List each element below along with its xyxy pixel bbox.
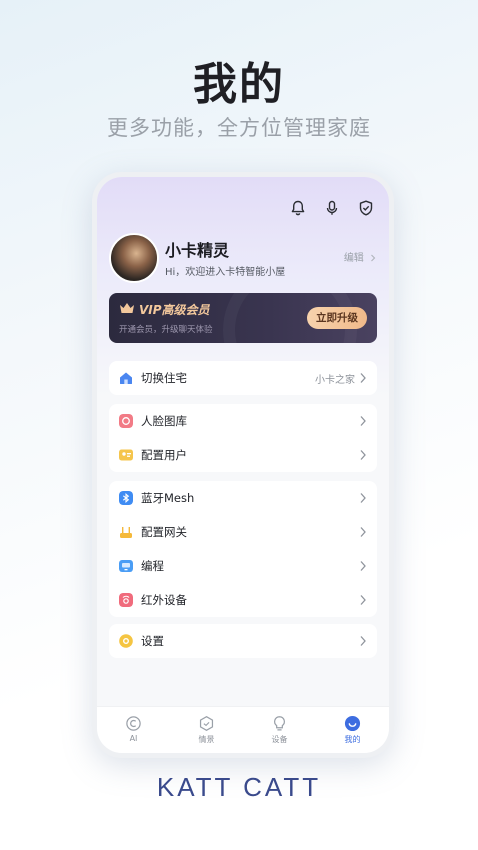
tab-label: 设备 <box>271 735 288 744</box>
settings-row[interactable]: 设置 <box>109 624 377 658</box>
face-gallery-row[interactable]: 人脸图库 <box>109 404 377 438</box>
chevron-right-icon <box>360 450 366 460</box>
avatar[interactable] <box>109 233 159 283</box>
chevron-right-icon <box>360 561 366 571</box>
infrared-device-row[interactable]: 红外设备 <box>109 583 377 617</box>
tab-scenes[interactable]: 情景 <box>170 707 243 753</box>
settings-icon <box>119 634 133 648</box>
chevron-right-icon <box>360 373 366 383</box>
katt-catt-logo: KATT CATT <box>157 772 321 802</box>
current-house-value: 小卡之家 <box>315 375 355 386</box>
ai-icon <box>126 716 141 731</box>
shield-check-icon[interactable] <box>357 199 375 217</box>
scene-icon <box>199 715 214 732</box>
gateway-icon <box>120 527 132 538</box>
settings-card: 设置 <box>109 624 377 658</box>
tab-label: 情景 <box>198 735 215 744</box>
chevron-right-icon <box>360 416 366 426</box>
device-config-card: 蓝牙Mesh 配置网关 编程 红外设备 <box>109 481 377 617</box>
profile-smile-icon <box>344 715 361 732</box>
programming-icon <box>119 560 133 572</box>
tab-label: 我的 <box>344 735 361 744</box>
edit-label: 编辑 <box>343 253 364 264</box>
top-toolbar <box>289 199 375 217</box>
row-label: 配置用户 <box>141 448 187 462</box>
phone-mockup: 小卡精灵 Hi，欢迎进入卡特智能小屋 编辑 VIP高级会员 开通会员，升级聊天体… <box>92 172 394 758</box>
profile-name: 小卡精灵 <box>165 241 230 260</box>
bell-icon[interactable] <box>289 199 307 217</box>
row-label: 蓝牙Mesh <box>141 491 195 505</box>
home-icon <box>120 372 132 384</box>
profile-greeting: Hi，欢迎进入卡特智能小屋 <box>165 267 286 278</box>
row-label: 切换住宅 <box>141 371 187 385</box>
configure-user-row[interactable]: 配置用户 <box>109 438 377 472</box>
house-card: 切换住宅 小卡之家 <box>109 361 377 395</box>
vip-banner[interactable]: VIP高级会员 开通会员，升级聊天体验 立即升级 <box>109 293 377 343</box>
tab-label: AI <box>129 734 138 743</box>
microphone-icon[interactable] <box>323 199 341 217</box>
page-title: 我的 <box>193 59 285 110</box>
face-user-card: 人脸图库 配置用户 <box>109 404 377 472</box>
row-label: 设置 <box>141 634 164 648</box>
edit-profile-button[interactable]: 编辑 <box>344 249 377 264</box>
bluetooth-icon <box>119 491 133 505</box>
row-label: 配置网关 <box>141 525 187 539</box>
crown-icon <box>120 303 134 313</box>
configure-gateway-row[interactable]: 配置网关 <box>109 515 377 549</box>
bluetooth-mesh-row[interactable]: 蓝牙Mesh <box>109 481 377 515</box>
user-card-icon <box>119 449 133 461</box>
page-subtitle: 更多功能，全方位管理家庭 <box>107 116 371 140</box>
logo-text: KATT CATT <box>157 772 321 802</box>
chevron-right-icon <box>360 527 366 537</box>
row-label: 红外设备 <box>141 593 187 607</box>
row-label: 编程 <box>141 559 164 573</box>
chevron-right-icon <box>360 595 366 605</box>
brand-logo: KATT CATT <box>0 772 478 806</box>
tab-ai[interactable]: AI <box>97 707 170 753</box>
vip-title: VIP高级会员 <box>139 303 210 317</box>
face-gallery-icon <box>119 414 133 428</box>
tab-devices[interactable]: 设备 <box>243 707 316 753</box>
chevron-right-icon <box>371 254 376 262</box>
row-label: 人脸图库 <box>141 414 187 428</box>
lightbulb-icon <box>274 716 285 731</box>
infrared-icon <box>119 593 133 607</box>
upgrade-button[interactable]: 立即升级 <box>307 307 367 329</box>
chevron-right-icon <box>360 636 366 646</box>
programming-row[interactable]: 编程 <box>109 549 377 583</box>
tab-mine[interactable]: 我的 <box>316 707 389 753</box>
vip-description: 开通会员，升级聊天体验 <box>119 325 213 335</box>
switch-house-row[interactable]: 切换住宅 小卡之家 <box>109 361 377 395</box>
bottom-tab-bar: AI 情景 设备 我的 <box>97 706 389 753</box>
chevron-right-icon <box>360 493 366 503</box>
profile-section: 小卡精灵 Hi，欢迎进入卡特智能小屋 编辑 <box>109 233 377 283</box>
